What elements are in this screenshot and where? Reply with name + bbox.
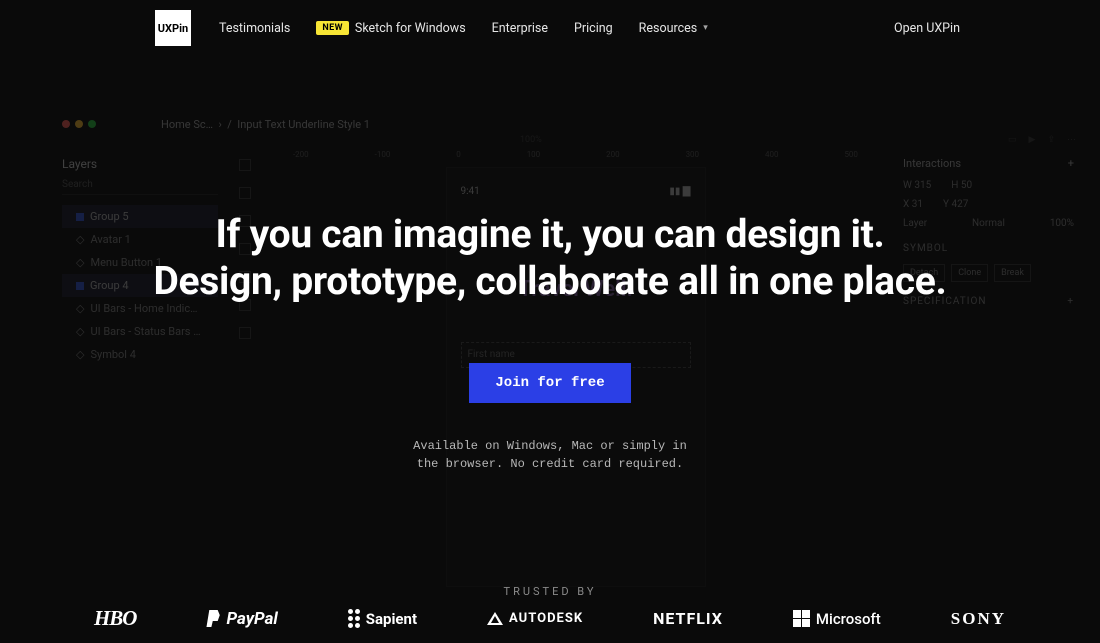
- top-nav: UXPin Testimonials NEW Sketch for Window…: [0, 0, 1100, 56]
- brand-logos: HBO PayPal Sapient AUTODESK NETFLIX Micr…: [0, 606, 1100, 631]
- nav-resources[interactable]: Resources ▾: [639, 21, 708, 36]
- logo-sapient: Sapient: [348, 609, 417, 628]
- logo-netflix: NETFLIX: [653, 609, 723, 628]
- logo-hbo: HBO: [94, 606, 137, 631]
- trusted-by-label: TRUSTED BY: [0, 585, 1100, 598]
- logo[interactable]: UXPin: [155, 10, 191, 46]
- logo-autodesk: AUTODESK: [487, 611, 583, 626]
- hero-headline: If you can imagine it, you can design it…: [0, 211, 1100, 305]
- nav-testimonials[interactable]: Testimonials: [219, 21, 290, 36]
- hero-subtext: Available on Windows, Mac or simply in t…: [0, 437, 1100, 473]
- nav-resources-label: Resources: [639, 21, 698, 36]
- new-badge: NEW: [316, 21, 349, 35]
- logo-microsoft: Microsoft: [793, 610, 881, 628]
- join-free-button[interactable]: Join for free: [469, 363, 630, 403]
- autodesk-icon: [487, 612, 503, 625]
- nav-sketch-label: Sketch for Windows: [355, 21, 466, 36]
- hero: If you can imagine it, you can design it…: [0, 56, 1100, 598]
- nav-links: Testimonials NEW Sketch for Windows Ente…: [219, 21, 708, 36]
- nav-sketch-windows[interactable]: NEW Sketch for Windows: [316, 21, 465, 36]
- logo-paypal: PayPal: [206, 609, 277, 629]
- chevron-down-icon: ▾: [703, 23, 708, 33]
- open-app-link[interactable]: Open UXPin: [894, 21, 960, 36]
- microsoft-icon: [793, 610, 810, 627]
- paypal-icon: [206, 610, 220, 627]
- logo-sony: SONY: [951, 609, 1006, 629]
- nav-enterprise[interactable]: Enterprise: [492, 21, 548, 36]
- nav-pricing[interactable]: Pricing: [574, 21, 613, 36]
- sapient-icon: [348, 609, 360, 628]
